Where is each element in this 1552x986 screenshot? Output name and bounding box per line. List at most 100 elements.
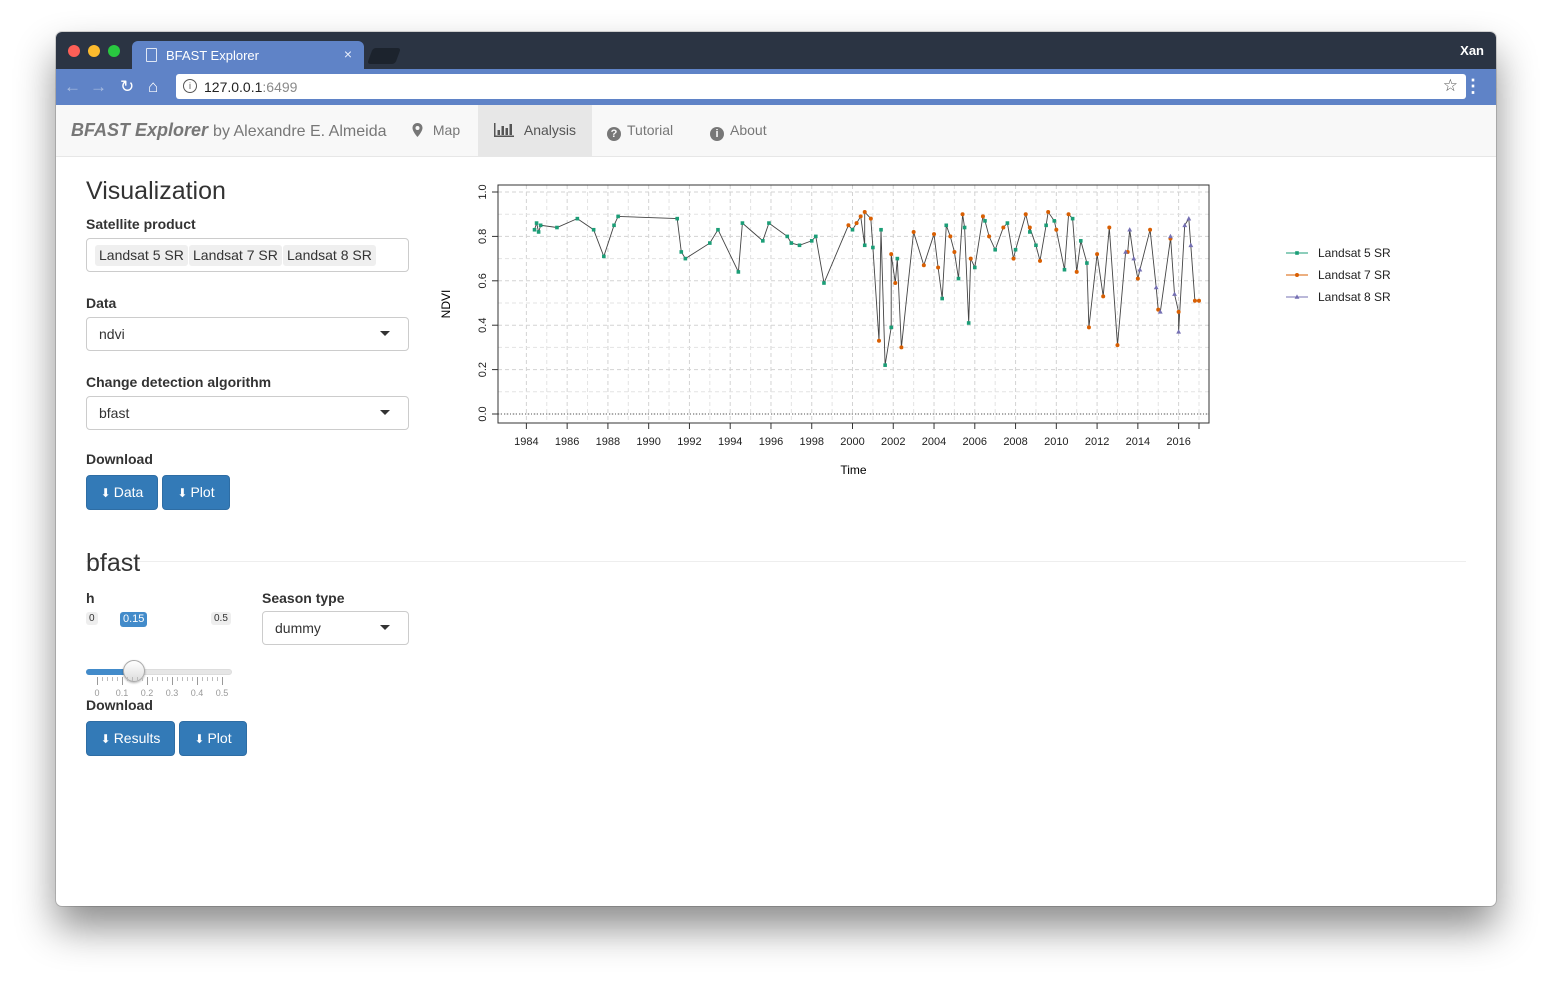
slider-tick-label: 0.5	[215, 688, 229, 698]
satellite-product-multiselect[interactable]: Landsat 5 SR Landsat 7 SR Landsat 8 SR	[86, 238, 409, 272]
data-point-series-2	[1186, 216, 1192, 221]
app-navbar: BFAST Explorer by Alexandre E. Almeida M…	[56, 105, 1496, 157]
slider-tick	[222, 677, 223, 685]
nav-tab-analysis-label: Analysis	[523, 122, 577, 138]
home-icon[interactable]: ⌂	[148, 77, 158, 97]
slider-minor-tick	[177, 677, 178, 681]
algorithm-select[interactable]: bfast	[86, 396, 409, 430]
y-tick-label: 0.0	[477, 406, 489, 421]
x-axis-title: Time	[840, 463, 867, 477]
bfast-download-plot-button[interactable]: ⬇ Plot	[179, 721, 247, 756]
data-point-series-0	[814, 234, 818, 239]
close-window-button[interactable]	[68, 45, 80, 57]
back-arrow-icon[interactable]: ←	[64, 77, 81, 97]
data-point-series-1	[1115, 343, 1120, 348]
data-select[interactable]: ndvi	[86, 317, 409, 351]
profile-name[interactable]: Xan	[1460, 43, 1484, 58]
new-tab-button[interactable]	[367, 48, 401, 64]
y-tick-label: 0.2	[477, 362, 489, 377]
data-point-series-2	[1188, 242, 1194, 248]
slider-minor-tick	[117, 677, 118, 681]
data-label: Data	[86, 295, 117, 311]
nav-tab-map[interactable]: Map	[396, 105, 476, 156]
data-point-series-0	[797, 243, 802, 248]
document-icon	[146, 48, 157, 62]
data-point-series-0	[708, 241, 712, 245]
season-type-label: Season type	[262, 590, 345, 606]
tab-close-icon[interactable]: ×	[344, 46, 352, 62]
data-point-series-1	[862, 209, 867, 214]
reload-icon[interactable]: ↻	[120, 77, 134, 97]
data-point-series-1	[932, 232, 937, 237]
legend-marker-0	[1295, 251, 1299, 255]
data-point-series-0	[1085, 261, 1089, 265]
y-tick-label: 0.8	[477, 229, 489, 244]
site-info-icon[interactable]: i	[183, 79, 197, 93]
minimize-window-button[interactable]	[88, 45, 100, 57]
data-point-series-0	[883, 363, 887, 367]
x-tick-label: 2006	[963, 436, 987, 448]
slider-tick	[172, 677, 173, 685]
nav-tab-tutorial[interactable]: ? Tutorial	[591, 105, 689, 156]
data-point-series-0	[966, 321, 971, 325]
slider-value-label: 0.15	[120, 612, 148, 627]
chevron-down-icon	[380, 625, 390, 630]
address-bar[interactable]: i 127.0.0.1:6499 ☆	[176, 74, 1466, 99]
brand[interactable]: BFAST Explorer by Alexandre E. Almeida	[71, 120, 386, 141]
nav-tab-analysis[interactable]: Analysis	[478, 105, 593, 156]
chip-landsat7[interactable]: Landsat 7 SR	[189, 245, 282, 266]
data-point-series-1	[1011, 256, 1016, 261]
bfast-heading: bfast	[86, 549, 141, 577]
data-point-series-2	[1176, 329, 1182, 334]
browser-menu-icon[interactable]: ⋮	[1464, 77, 1482, 95]
forward-arrow-icon[interactable]: →	[90, 77, 107, 97]
data-point-series-1	[1066, 212, 1071, 217]
data-point-series-0	[993, 247, 997, 252]
slider-minor-tick	[107, 677, 108, 681]
download-data-button[interactable]: ⬇ Data	[86, 475, 158, 510]
data-point-series-0	[1005, 221, 1010, 225]
download-label: Download	[86, 451, 153, 467]
info-circle-icon: i	[710, 127, 724, 141]
slider-min-label: 0	[86, 612, 98, 625]
legend-marker-1	[1295, 273, 1299, 277]
data-point-series-1	[1148, 227, 1153, 232]
data-point-series-1	[987, 234, 992, 239]
data-point-series-1	[948, 234, 953, 239]
legend-label-0: Landsat 5 SR	[1318, 246, 1391, 260]
nav-tab-tutorial-label: Tutorial	[627, 122, 674, 138]
data-point-series-1	[1038, 258, 1043, 263]
data-point-series-0	[850, 227, 855, 232]
chip-landsat8[interactable]: Landsat 8 SR	[283, 245, 376, 266]
bookmark-star-icon[interactable]: ☆	[1443, 76, 1458, 96]
data-point-series-0	[1044, 223, 1048, 228]
slider-minor-tick	[152, 677, 153, 681]
download-icon: ⬇	[100, 732, 111, 746]
data-point-series-1	[1095, 252, 1100, 257]
algorithm-select-value: bfast	[99, 405, 130, 421]
nav-tab-about-label: About	[730, 122, 767, 138]
data-point-series-2	[1127, 227, 1133, 232]
data-point-series-1	[960, 212, 965, 217]
browser-toolbar: ← → ↻ ⌂ i 127.0.0.1:6499 ☆ ⋮	[56, 69, 1496, 106]
slider-minor-tick	[167, 677, 168, 681]
season-type-select[interactable]: dummy	[262, 611, 409, 645]
data-point-series-0	[962, 225, 967, 230]
x-tick-label: 1986	[555, 436, 579, 448]
download-results-button[interactable]: ⬇ Results	[86, 721, 175, 756]
legend-label-2: Landsat 8 SR	[1318, 290, 1391, 304]
chip-landsat5[interactable]: Landsat 5 SR	[95, 245, 188, 266]
question-circle-icon: ?	[607, 127, 621, 141]
data-point-series-1	[1107, 225, 1112, 230]
browser-tab[interactable]: BFAST Explorer ×	[132, 41, 364, 69]
download-plot-button[interactable]: ⬇ Plot	[162, 475, 230, 510]
x-tick-label: 1996	[759, 436, 783, 448]
nav-tab-about[interactable]: i About	[694, 105, 783, 156]
h-label: h	[86, 590, 95, 606]
data-point-series-1	[1054, 227, 1059, 232]
data-point-series-0	[1062, 267, 1067, 272]
legend-label-1: Landsat 7 SR	[1318, 268, 1391, 282]
zoom-window-button[interactable]	[108, 45, 120, 57]
slider-tick	[147, 677, 148, 685]
algorithm-label: Change detection algorithm	[86, 374, 272, 390]
